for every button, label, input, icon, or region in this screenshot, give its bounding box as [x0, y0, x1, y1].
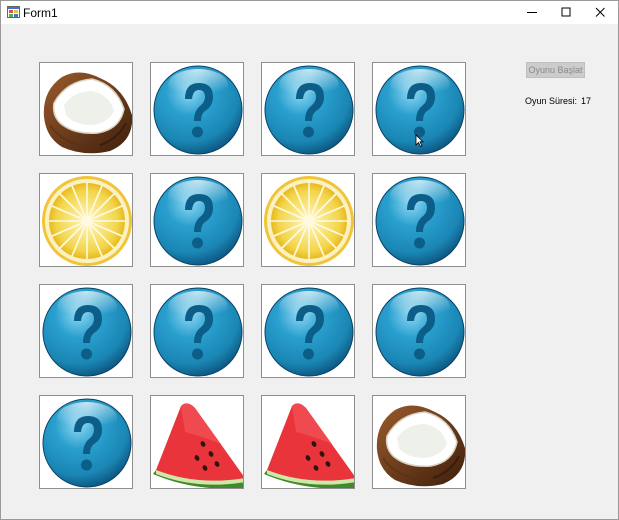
card-hidden[interactable] — [150, 173, 244, 267]
question-mark-icon — [153, 65, 243, 155]
app-icon — [7, 6, 20, 18]
card-hidden[interactable] — [150, 62, 244, 156]
question-mark-icon — [264, 287, 354, 377]
close-button[interactable] — [584, 1, 618, 24]
card-hidden[interactable] — [39, 395, 133, 489]
watermelon-icon — [153, 403, 243, 488]
card-hidden[interactable] — [150, 284, 244, 378]
window-title: Form1 — [23, 6, 58, 20]
coconut-icon — [43, 72, 132, 154]
app-window: Form1 Oyunu Başlat Oyun Süresi: 17 — [0, 0, 619, 520]
question-mark-icon — [42, 398, 132, 488]
card-coconut[interactable] — [372, 395, 466, 489]
card-hidden[interactable] — [261, 284, 355, 378]
card-watermelon[interactable] — [150, 395, 244, 489]
card-lemon[interactable] — [39, 173, 133, 267]
card-hidden[interactable] — [39, 284, 133, 378]
game-time-label: Oyun Süresi: — [525, 96, 578, 106]
lemon-icon — [264, 176, 354, 266]
form-client-area: Oyunu Başlat Oyun Süresi: 17 — [1, 24, 618, 519]
maximize-icon — [561, 7, 571, 17]
start-game-button[interactable]: Oyunu Başlat — [526, 62, 585, 78]
watermelon-icon — [264, 403, 354, 488]
close-icon — [595, 7, 605, 17]
card-hidden[interactable] — [261, 62, 355, 156]
minimize-icon — [527, 12, 537, 13]
question-mark-icon — [42, 287, 132, 377]
mouse-cursor-icon — [415, 134, 424, 147]
question-mark-icon — [375, 287, 465, 377]
question-mark-icon — [264, 65, 354, 155]
question-mark-icon — [153, 176, 243, 266]
question-mark-icon — [153, 287, 243, 377]
title-bar[interactable]: Form1 — [1, 1, 618, 24]
maximize-button[interactable] — [550, 1, 584, 24]
card-coconut[interactable] — [39, 62, 133, 156]
coconut-icon — [376, 405, 465, 487]
question-mark-icon — [375, 176, 465, 266]
card-lemon[interactable] — [261, 173, 355, 267]
minimize-button[interactable] — [516, 1, 550, 24]
card-hidden[interactable] — [372, 173, 466, 267]
card-hidden[interactable] — [372, 284, 466, 378]
lemon-icon — [42, 176, 132, 266]
game-time-value: 17 — [581, 96, 592, 106]
card-watermelon[interactable] — [261, 395, 355, 489]
